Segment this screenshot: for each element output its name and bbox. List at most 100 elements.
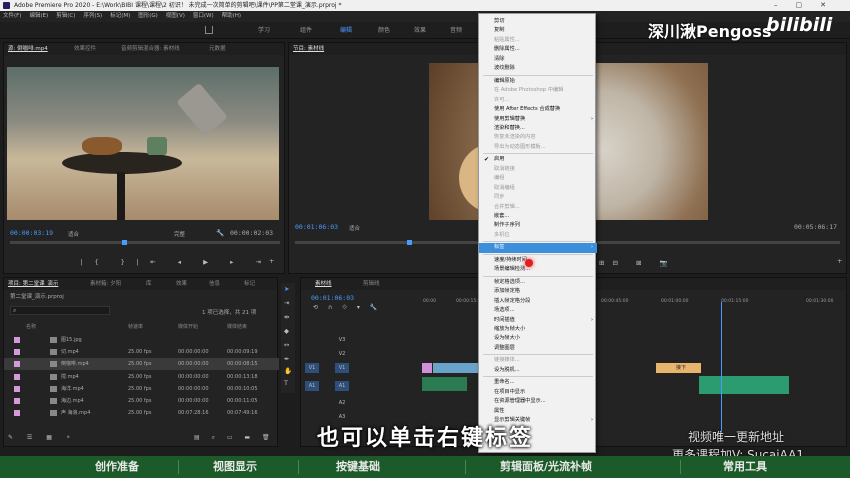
- program-extra-controls[interactable]: ⊞⊟ ⊠ 📷: [599, 259, 676, 267]
- context-menu-item[interactable]: 速度/持续时间...: [479, 256, 597, 266]
- window-controls[interactable]: –▢✕: [774, 0, 844, 11]
- tab-metadata[interactable]: 元数据: [209, 43, 226, 55]
- context-menu-item[interactable]: 场景编辑检测...: [479, 265, 597, 275]
- tab-source[interactable]: 源: 倒咖啡.mp4: [8, 43, 48, 55]
- context-menu-item[interactable]: ✔ 启用: [479, 155, 597, 165]
- workspace-tab[interactable]: 组件: [300, 22, 312, 39]
- menu-item[interactable]: 图形(G): [138, 13, 158, 19]
- hand-tool-icon[interactable]: ✋: [284, 367, 292, 375]
- context-menu-item[interactable]: 时间插值 ›: [479, 316, 597, 326]
- workspace-tab[interactable]: 学习: [258, 22, 270, 39]
- context-menu-item[interactable]: 复制: [479, 26, 597, 36]
- chapter-view[interactable]: 视图显示: [213, 456, 257, 478]
- program-playhead[interactable]: [407, 240, 412, 245]
- tab-info[interactable]: 信息: [209, 278, 220, 290]
- wrench-icon[interactable]: 🔧: [216, 229, 224, 237]
- project-row[interactable]: 海洋.mp4 25.00 fps 00:00:00:00 00:00:10:05: [4, 383, 279, 395]
- chapter-edit-panel[interactable]: 剪辑面板/光流补帧: [500, 456, 592, 478]
- program-add-button-icon[interactable]: +: [837, 257, 842, 265]
- chapter-prep[interactable]: 创作准备: [95, 456, 139, 478]
- source-quality-dropdown[interactable]: 完整: [174, 230, 185, 238]
- track-select-tool-icon[interactable]: ⇥: [284, 299, 289, 307]
- tab-sequence-2[interactable]: 剪辑线: [363, 278, 380, 290]
- menu-item[interactable]: 文件(F): [3, 13, 21, 19]
- menu-item[interactable]: 帮助(H): [222, 13, 241, 19]
- context-menu-item[interactable]: 使用 After Effects 合成替换: [479, 105, 597, 115]
- context-menu-item[interactable]: 删除属性...: [479, 45, 597, 55]
- tab-bin[interactable]: 素材箱: 夕阳: [90, 278, 121, 290]
- context-menu-item[interactable]: 波纹删除: [479, 64, 597, 74]
- project-row[interactable]: 声 海浪.mp4 25.00 fps 00:07:28:16 00:07:49:16: [4, 407, 279, 419]
- tab-audio-mixer[interactable]: 音频剪辑混合器: 素材线: [121, 43, 180, 55]
- project-row[interactable]: 图15.jpg: [4, 334, 279, 346]
- track-v2-label[interactable]: V2: [335, 349, 349, 359]
- source-timecode-in[interactable]: 00:00:03:19: [10, 229, 53, 237]
- tab-markers[interactable]: 标记: [244, 278, 255, 290]
- tab-project[interactable]: 项目: 第二堂课_演示: [8, 278, 58, 290]
- chapter-keys[interactable]: 按键基础: [336, 456, 380, 478]
- project-row[interactable]: 切.mp4 25.00 fps 00:00:00:00 00:00:09:19: [4, 346, 279, 358]
- context-menu-item[interactable]: 使用剪辑替换 ›: [479, 115, 597, 125]
- menu-item[interactable]: 标记(M): [110, 13, 130, 19]
- chapter-tools[interactable]: 常用工具: [723, 456, 767, 478]
- col-media-end[interactable]: 媒体结束: [227, 321, 247, 333]
- context-menu-item[interactable]: 设为帧大小: [479, 334, 597, 344]
- context-menu-item[interactable]: 剪切: [479, 17, 597, 27]
- source-patch-a1[interactable]: A1: [305, 381, 319, 391]
- context-menu-item[interactable]: 添加帧定格: [479, 287, 597, 297]
- menu-item[interactable]: 编辑(E): [29, 13, 48, 19]
- project-row[interactable]: 海边.mp4 25.00 fps 00:00:00:00 00:00:11:05: [4, 395, 279, 407]
- tab-effects[interactable]: 效果: [176, 278, 187, 290]
- context-menu-item[interactable]: 帧定格选项...: [479, 278, 597, 288]
- col-media-start[interactable]: 媒体开始: [178, 321, 198, 333]
- selection-tool-icon[interactable]: ➤: [284, 285, 289, 293]
- col-name[interactable]: 名称: [26, 321, 36, 333]
- slip-tool-icon[interactable]: ↔: [284, 341, 289, 349]
- tab-program[interactable]: 节目: 素材线: [293, 43, 324, 55]
- context-menu-item[interactable]: 设为脱机...: [479, 366, 597, 376]
- context-menu-item[interactable]: 在项目中显示: [479, 388, 597, 398]
- menu-item[interactable]: 剪辑(C): [56, 13, 75, 19]
- workspace-tab[interactable]: 编辑: [340, 22, 352, 39]
- menu-item[interactable]: 序列(S): [83, 13, 102, 19]
- ripple-edit-tool-icon[interactable]: ⇹: [284, 313, 289, 321]
- context-menu-item[interactable]: 属性: [479, 407, 597, 417]
- video-clip-labelled[interactable]: 接下: [656, 363, 701, 373]
- workspace-tab[interactable]: 效果: [414, 22, 426, 39]
- source-fit-dropdown[interactable]: 适合: [68, 230, 79, 238]
- razor-tool-icon[interactable]: ◆: [284, 327, 289, 335]
- context-menu-item[interactable]: 场选项...: [479, 306, 597, 316]
- audio-clip[interactable]: [699, 376, 789, 394]
- program-timecode[interactable]: 00:01:06:03: [295, 223, 338, 231]
- context-menu-item[interactable]: 在资源管理器中显示...: [479, 397, 597, 407]
- workspace-tab[interactable]: 颜色: [378, 22, 390, 39]
- track-a1-label[interactable]: A1: [335, 381, 349, 391]
- source-transport-controls[interactable]: ❘{ }❘⇤ ◂ ▶ ▸ ⇥: [79, 258, 271, 266]
- context-menu-item[interactable]: 缩放为帧大小: [479, 325, 597, 335]
- source-playhead[interactable]: [122, 240, 127, 245]
- project-row[interactable]: 搅.mp4 25.00 fps 00:00:00:00 00:00:13:18: [4, 371, 279, 383]
- video-clip[interactable]: [433, 363, 478, 373]
- source-add-button-icon[interactable]: +: [269, 257, 274, 265]
- context-menu-item[interactable]: 渲染和替换...: [479, 124, 597, 134]
- col-fps[interactable]: 帧速率: [128, 321, 143, 333]
- context-menu-item[interactable]: 清除: [479, 55, 597, 65]
- track-a2-label[interactable]: A2: [335, 398, 349, 408]
- context-menu-item[interactable]: 标签 ›: [479, 243, 597, 253]
- workspace-tab[interactable]: 音频: [450, 22, 462, 39]
- pen-tool-icon[interactable]: ✒: [284, 355, 289, 363]
- tab-effect-controls[interactable]: 效果控件: [74, 43, 96, 55]
- timeline-playhead[interactable]: [721, 302, 722, 432]
- source-scrub-bar[interactable]: [10, 241, 280, 244]
- project-search-input[interactable]: ⌕: [10, 306, 110, 315]
- menu-item[interactable]: 视图(V): [166, 13, 185, 19]
- project-row[interactable]: 倒咖啡.mp4 25.00 fps 00:00:00:00 00:00:08:15: [4, 358, 279, 371]
- tab-sequence-1[interactable]: 素材线: [315, 278, 332, 290]
- timeline-timecode[interactable]: 00:01:06:03: [311, 294, 354, 302]
- context-menu-item[interactable]: 重命名...: [479, 378, 597, 388]
- type-tool-icon[interactable]: T: [284, 379, 288, 387]
- program-fit-dropdown[interactable]: 适合: [349, 224, 360, 232]
- context-menu-item[interactable]: 编辑原始: [479, 77, 597, 87]
- track-v1-label[interactable]: V1: [335, 363, 349, 373]
- video-clip[interactable]: [422, 363, 432, 373]
